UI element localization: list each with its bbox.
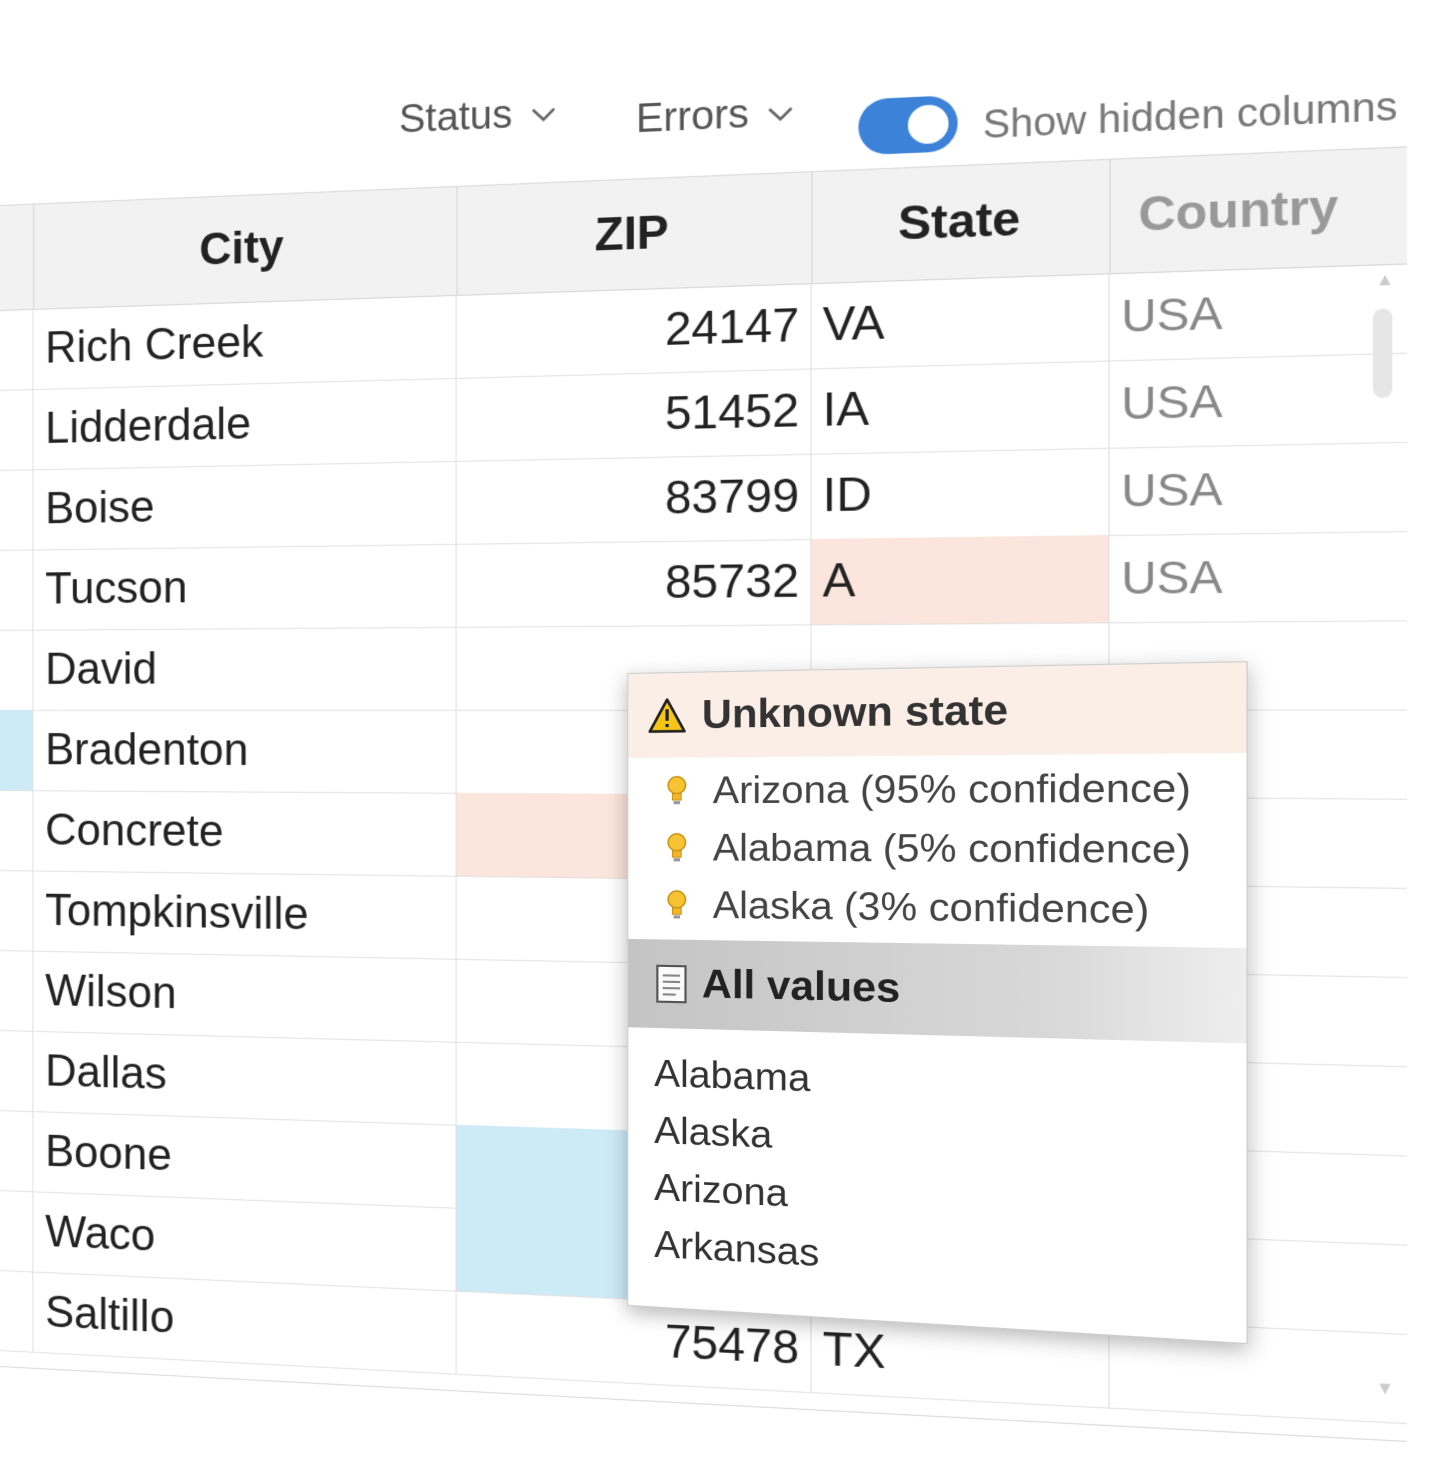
status-filter[interactable]: Status <box>399 91 559 143</box>
lightbulb-icon <box>665 889 689 921</box>
toggle-knob <box>908 104 949 145</box>
cell-city[interactable]: Tompkinsville <box>33 870 456 958</box>
document-list-icon <box>654 963 691 1006</box>
row-marker <box>0 950 33 1031</box>
cell-city[interactable]: Tucson <box>33 544 456 630</box>
column-header-country[interactable]: Country <box>1110 149 1369 273</box>
row-marker <box>0 870 33 951</box>
cell-state[interactable]: VA <box>811 273 1109 368</box>
row-marker <box>0 1110 33 1191</box>
row-marker <box>0 790 33 870</box>
chevron-down-icon <box>764 97 797 130</box>
validation-popup: Unknown state Arizona (95% confidence) A… <box>627 661 1247 1344</box>
row-marker <box>0 469 33 550</box>
row-marker <box>0 630 33 710</box>
all-values-title: All values <box>702 962 900 1012</box>
show-hidden-columns-toggle[interactable] <box>858 95 957 155</box>
warning-icon <box>648 697 687 733</box>
cell-state[interactable]: ID <box>811 448 1109 539</box>
cell-city[interactable]: Rich Creek <box>33 295 456 389</box>
suggestion-label: Alaska (3% confidence) <box>713 883 1150 933</box>
value-option[interactable]: Arkansas <box>654 1216 819 1282</box>
row-marker <box>0 309 33 390</box>
row-marker-selected <box>0 710 33 790</box>
app-window: Status Errors Show hidden columns City Z… <box>0 0 1407 1468</box>
row-marker <box>0 550 33 630</box>
cell-state-error[interactable]: A <box>811 535 1109 624</box>
cell-state[interactable]: IA <box>811 361 1109 454</box>
popup-header: Unknown state <box>628 662 1246 758</box>
column-header-state[interactable]: State <box>811 160 1110 283</box>
row-marker <box>0 1190 33 1272</box>
cell-city[interactable]: Bradenton <box>33 710 456 793</box>
cell-zip[interactable]: 85732 <box>457 539 812 627</box>
suggestion-item[interactable]: Alabama (5% confidence) <box>628 819 1246 880</box>
cell-city[interactable]: Wilson <box>33 951 456 1042</box>
row-header-corner <box>0 205 34 310</box>
show-hidden-columns-label: Show hidden columns <box>983 83 1398 148</box>
status-filter-label: Status <box>399 93 512 143</box>
cell-zip[interactable]: 24147 <box>457 283 812 378</box>
value-option[interactable]: Alaska <box>654 1102 819 1166</box>
scroll-down-icon[interactable]: ▼ <box>1375 1379 1394 1400</box>
column-header-city[interactable]: City <box>33 187 457 309</box>
errors-filter[interactable]: Errors <box>636 90 798 143</box>
value-option[interactable]: Arizona <box>654 1159 819 1224</box>
row-marker <box>0 1270 33 1352</box>
errors-filter-label: Errors <box>636 92 749 143</box>
all-values-header: All values <box>628 939 1246 1043</box>
cell-city[interactable]: Dallas <box>33 1031 456 1125</box>
cell-zip[interactable]: 51452 <box>457 368 812 460</box>
scroll-thumb[interactable] <box>1373 308 1392 398</box>
all-values-list: Alabama Alaska Arizona Arkansas <box>654 1045 819 1282</box>
lightbulb-icon <box>665 832 689 864</box>
suggestion-item[interactable]: Alaska (3% confidence) <box>628 876 1246 941</box>
cell-city[interactable]: Lidderdale <box>33 378 456 469</box>
value-option[interactable]: Alabama <box>654 1045 819 1108</box>
cell-zip[interactable]: 83799 <box>457 454 812 544</box>
column-header-zip[interactable]: ZIP <box>457 172 813 295</box>
cell-country[interactable]: USA <box>1110 354 1369 448</box>
popup-title: Unknown state <box>702 687 1008 738</box>
suggestion-label: Arizona (95% confidence) <box>713 765 1191 813</box>
scroll-up-icon[interactable]: ▲ <box>1375 271 1394 292</box>
row-marker <box>0 1030 33 1111</box>
suggestion-item[interactable]: Arizona (95% confidence) <box>628 758 1246 820</box>
chevron-down-icon <box>527 98 559 131</box>
suggestion-list: Arizona (95% confidence) Alabama (5% con… <box>628 758 1246 942</box>
cell-city[interactable]: Boise <box>33 461 456 550</box>
cell-country[interactable]: USA <box>1110 532 1369 623</box>
cell-city[interactable]: David <box>33 627 456 710</box>
vertical-scrollbar[interactable]: ▲ ▼ <box>1371 264 1398 1423</box>
suggestion-label: Alabama (5% confidence) <box>713 825 1191 873</box>
cell-country[interactable]: USA <box>1110 265 1369 361</box>
lightbulb-icon <box>665 775 689 807</box>
row-marker <box>0 389 33 470</box>
cell-city[interactable]: Concrete <box>33 790 456 876</box>
cell-country[interactable]: USA <box>1110 443 1369 535</box>
